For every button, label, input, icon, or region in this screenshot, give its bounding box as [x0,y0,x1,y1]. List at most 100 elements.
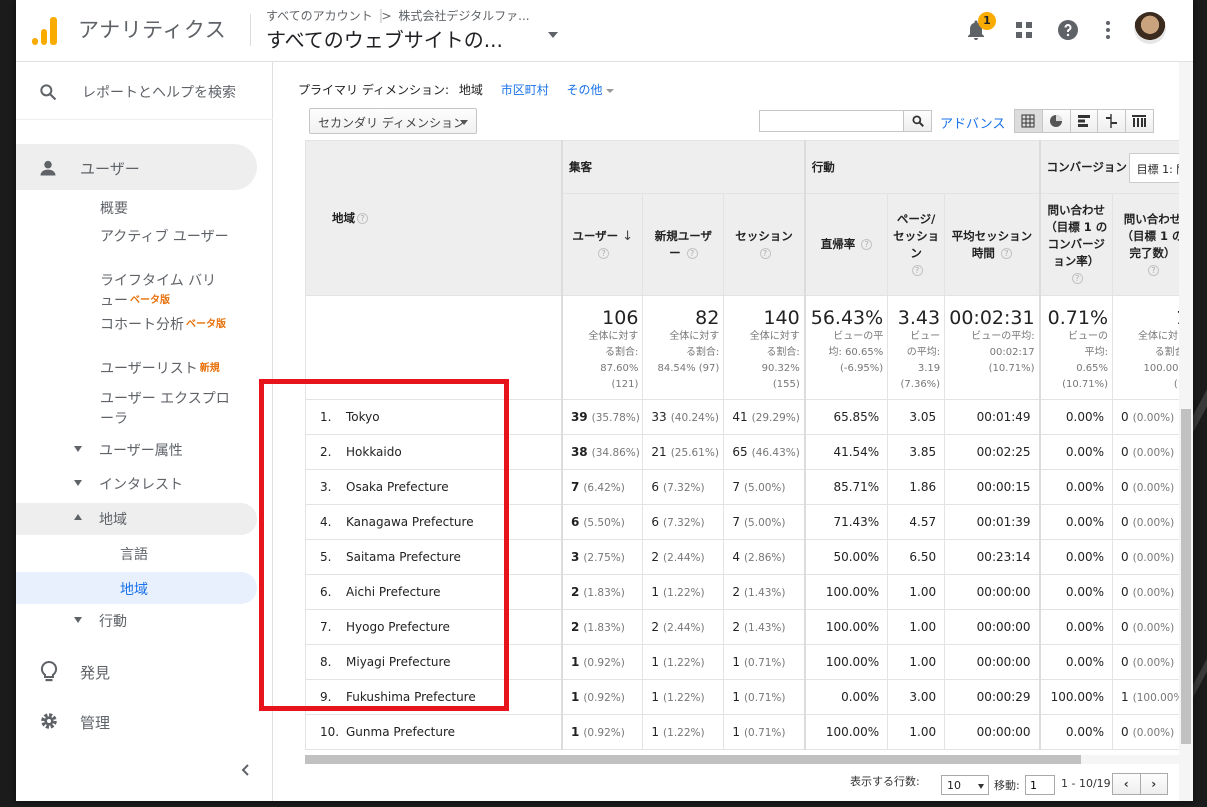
total-note: 全体に対す [669,331,720,342]
table-view-button[interactable] [1015,110,1043,132]
more-vert-icon[interactable] [1096,18,1120,42]
next-page-button[interactable]: › [1141,774,1168,794]
chevron-down-icon[interactable] [548,32,558,38]
comparison-view-button[interactable] [1098,110,1127,132]
metric-percent: (40.24%) [670,412,719,424]
rows-per-page-select[interactable]: 10 [941,775,989,795]
apps-grid-icon[interactable] [1012,18,1036,42]
help-icon[interactable]: ? [1148,264,1159,276]
pie-view-button[interactable] [1042,110,1071,132]
metric-value: 2 [732,620,740,634]
advanced-filter-link[interactable]: アドバンス [940,113,1005,132]
cell-avg-duration: 00:01:49 [944,399,1041,435]
column-header-users[interactable]: ユーザー ↓? [560,193,644,296]
cell-users: 7 (6.42%) [560,469,644,505]
help-icon[interactable]: ? [1071,273,1083,284]
scrollbar-thumb[interactable] [305,755,1081,764]
sidebar-group-interests[interactable]: インタレスト [16,468,257,500]
metric-percent: (5.00%) [743,517,786,529]
table-filter-search-button[interactable] [904,110,932,132]
cell-sessions: 7 (5.00%) [723,469,806,505]
cell-avg-duration: 00:00:15 [944,469,1041,505]
breadcrumb[interactable]: すべてのアカウント > 株式会社デジタルファ... [266,7,530,24]
help-icon[interactable]: ? [911,264,923,276]
report-search[interactable]: レポートとヘルプを検索 [16,62,273,120]
metric-percent: (2.86%) [743,552,786,564]
scrollbar-thumb[interactable] [1181,409,1191,744]
chevron-left-icon[interactable] [238,762,254,778]
sidebar-subitem-user-list[interactable]: ユーザーリスト 新規 [100,359,220,379]
sidebar-group-geo[interactable]: 地域 [16,503,257,535]
total-note: 90.32% [761,363,800,374]
table-filter-input[interactable] [759,110,904,132]
cell-new-users: 2 (2.44%) [642,609,725,645]
total-note: (121) [611,379,639,390]
avatar[interactable] [1134,12,1166,44]
total-note: 00:02:17 [989,347,1035,358]
cell-avg-duration: 00:00:29 [944,679,1041,715]
primary-dimension-other-link[interactable]: その他 [567,83,603,97]
help-icon[interactable]: ? [861,239,873,250]
breadcrumb-account: 株式会社デジタルファ... [398,9,530,23]
cell-users: 1 (0.92%) [560,714,644,750]
pivot-view-button[interactable] [1126,110,1153,132]
group-label: 行動 [99,614,127,630]
column-header-sessions[interactable]: セッション? [723,193,806,296]
help-icon[interactable]: ? [1000,247,1012,259]
column-header-region[interactable]: 地域? [304,140,563,296]
column-header-goal-conversion-rate[interactable]: 問い合わせ（目標 1 のコンバージョン率）? [1038,193,1114,296]
primary-dimension-city-link[interactable]: 市区町村 [501,83,549,97]
region-name[interactable]: Gunma Prefecture [346,725,455,739]
goto-page-input[interactable] [1025,775,1055,795]
secondary-dimension-label: セカンダリ ディメンション [318,116,465,130]
sidebar-subitem-overview[interactable]: 概要 [100,199,128,219]
column-header-new-users[interactable]: 新規ユーザー ? [642,193,725,296]
chevron-down-icon [605,88,614,93]
metric-percent: (0.00%) [1132,517,1175,529]
expand-arrow-icon [74,617,82,623]
prev-page-button[interactable]: ‹ [1113,774,1141,794]
metric-value: 1 [570,690,580,704]
cell-new-users: 1 (1.22%) [642,679,725,715]
sidebar-item-discover[interactable]: 発見 [16,648,257,694]
horizontal-scrollbar[interactable] [305,755,1180,764]
metric-value: 6 [570,515,580,529]
sidebar-item-admin[interactable]: 管理 [16,698,257,744]
sidebar-group-demographics[interactable]: ユーザー属性 [16,434,257,466]
cell-pages-per-session: 1.00 [887,574,946,610]
total-value: 0.71% [1047,307,1109,329]
cell-new-users: 33 (40.24%) [642,399,725,435]
total-note: る割合: [1154,347,1188,358]
bar-chart-icon [1077,115,1090,127]
vertical-scrollbar[interactable] [1179,62,1193,801]
help-icon[interactable]: ? [686,247,698,259]
property-selector[interactable]: すべてのウェブサイトの... [266,24,503,53]
cell-bounce-rate: 41.54% [803,434,889,470]
sidebar-item-users[interactable]: ユーザー [16,144,257,190]
cell-conversion-rate: 0.00% [1038,434,1114,470]
total-note: (10.71%) [1062,379,1109,390]
analytics-logo-icon[interactable] [32,17,58,45]
help-icon[interactable] [1056,18,1080,42]
metric-value: 21 [651,445,667,459]
help-icon[interactable]: ? [759,247,771,259]
secondary-dimension-dropdown[interactable]: セカンダリ ディメンション [309,108,477,134]
performance-view-button[interactable] [1070,110,1099,132]
sidebar-subitem-lifetime-value[interactable]: ライフタイム バリュー ベータ版 [100,271,230,311]
column-header-bounce-rate[interactable]: 直帰率 ? [803,193,889,296]
sidebar-subitem-user-explorer[interactable]: ユーザー エクスプローラ [100,389,230,429]
column-header-avg-session-duration[interactable]: 平均セッション時間 ? [944,193,1041,296]
column-header-pages-per-session[interactable]: ページ/セッション? [887,193,946,296]
cell-pages-per-session: 1.00 [887,609,946,645]
sidebar-leaf-location[interactable]: 地域 [16,572,257,604]
total-note: (7.36%) [900,379,941,390]
sidebar-leaf-language[interactable]: 言語 [16,537,257,569]
metric-percent: (0.71%) [743,727,786,739]
metric-value: 38 [570,445,588,459]
sidebar-subitem-cohort[interactable]: コホート分析 ベータ版 [100,315,230,335]
sidebar-subitem-active-users[interactable]: アクティブ ユーザー [100,227,230,247]
help-icon[interactable]: ? [598,247,610,259]
help-icon[interactable]: ? [357,212,368,224]
sidebar-group-behavior[interactable]: 行動 [16,605,257,637]
cell-sessions: 4 (2.86%) [723,539,806,575]
